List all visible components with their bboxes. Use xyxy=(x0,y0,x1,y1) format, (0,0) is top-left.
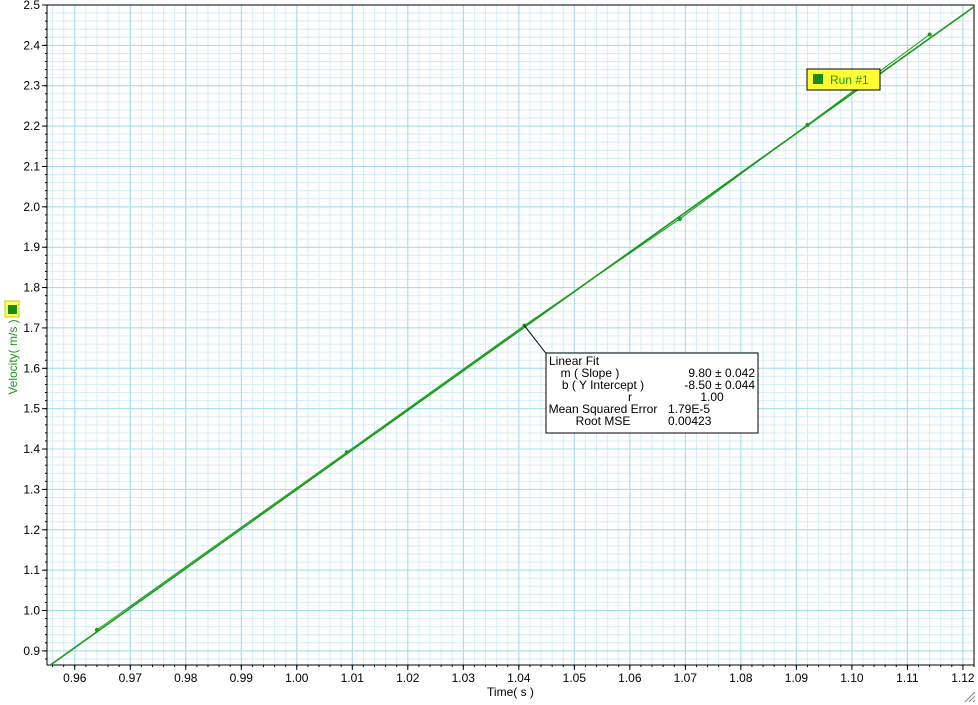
y-axis-title: Velocity( m/s ) xyxy=(6,319,20,394)
y-tick-label: 1.5 xyxy=(23,402,40,416)
x-tick-label: 1.05 xyxy=(563,671,587,685)
y-tick-label: 1.3 xyxy=(23,482,40,496)
x-tick-label: 1.12 xyxy=(951,671,975,685)
y-tick-label: 1.4 xyxy=(23,442,40,456)
velocity-time-graph[interactable]: 0.96 0.97 0.98 0.99 1.00 1.01 1.02 1.03 1.04 1.05… xyxy=(0,0,978,705)
y-tick-label: 2.4 xyxy=(23,38,40,52)
data-point xyxy=(677,216,682,221)
fit-leader-line xyxy=(523,325,549,357)
x-tick-label: 1.02 xyxy=(396,671,420,685)
x-tick-label: 1.08 xyxy=(729,671,753,685)
x-axis-title: Time( s ) xyxy=(487,685,534,699)
legend[interactable]: Run #1 xyxy=(806,68,881,91)
legend-label: Run #1 xyxy=(830,73,869,87)
x-tick-label: 1.04 xyxy=(507,671,531,685)
x-tick-label: 1.00 xyxy=(285,671,309,685)
y-tick-label: 1.6 xyxy=(23,361,40,375)
data-point xyxy=(344,450,349,455)
x-tick-label: 0.96 xyxy=(63,671,87,685)
y-tick-label: 1.1 xyxy=(23,563,40,577)
y-axis-ticks: 0.9 1.0 1.1 1.2 1.3 1.4 1.5 1.6 1.7 1.8 1.9 2.0 2.1 2… xyxy=(23,0,47,660)
y-tick-label: 1.7 xyxy=(23,321,40,335)
y-tick-label: 2.1 xyxy=(23,159,40,173)
x-tick-label: 1.11 xyxy=(896,671,919,685)
y-tick-label: 1.9 xyxy=(23,240,40,254)
data-point xyxy=(94,627,99,632)
x-tick-label: 1.07 xyxy=(674,671,698,685)
data-point xyxy=(927,32,932,37)
resize-grip-icon[interactable] xyxy=(964,691,976,703)
legend-swatch xyxy=(813,74,823,84)
x-axis-ticks: 0.96 0.97 0.98 0.99 1.00 1.01 1.02 1.03 1.04 1.05… xyxy=(52,665,975,685)
x-tick-label: 0.99 xyxy=(230,671,254,685)
y-tick-label: 1.0 xyxy=(23,604,40,618)
y-tick-label: 2.5 xyxy=(23,0,40,12)
x-tick-label: 1.01 xyxy=(341,671,365,685)
x-tick-label: 1.03 xyxy=(452,671,476,685)
data-point xyxy=(805,122,810,127)
y-tick-label: 2.2 xyxy=(23,119,40,133)
y-tick-label: 1.2 xyxy=(23,523,40,537)
x-tick-label: 1.10 xyxy=(840,671,864,685)
series-line xyxy=(96,34,930,631)
y-axis-title-group: Velocity( m/s ) xyxy=(4,300,20,395)
y-tick-label: 1.8 xyxy=(23,281,40,295)
x-tick-label: 1.06 xyxy=(618,671,642,685)
fit-row-label: Root MSE xyxy=(576,414,631,428)
y-axis-series-marker xyxy=(8,305,17,314)
y-tick-label: 2.3 xyxy=(23,79,40,93)
y-tick-label: 0.9 xyxy=(23,644,40,658)
y-tick-label: 2.0 xyxy=(23,200,40,214)
x-tick-label: 1.09 xyxy=(785,671,809,685)
x-tick-label: 0.98 xyxy=(174,671,198,685)
fit-row-value: 0.00423 xyxy=(668,414,712,428)
x-tick-label: 0.97 xyxy=(119,671,143,685)
